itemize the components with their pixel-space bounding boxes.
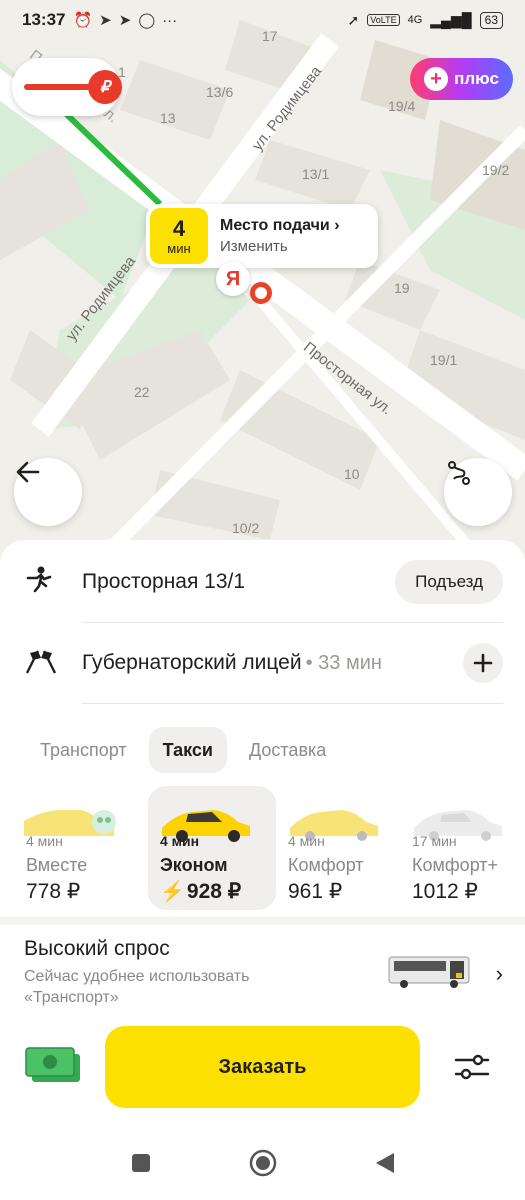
- chevron-right-icon: ›: [495, 961, 503, 986]
- tariff-name: Комфорт+: [412, 855, 499, 875]
- mode-tabs: Транспорт Такси Доставка: [26, 727, 340, 773]
- tariff-name: Вместе: [26, 855, 88, 875]
- back-nav-button[interactable]: [374, 1151, 396, 1180]
- divider: [82, 703, 503, 704]
- triangle-back-icon: [375, 1152, 394, 1173]
- house-number: 13: [160, 110, 176, 126]
- person-waving-icon: [24, 564, 64, 601]
- route-line: [24, 84, 90, 90]
- tariff-card-comfort[interactable]: 4 мин Комфорт 961 ₽: [276, 786, 404, 910]
- battery-icon: 63: [479, 11, 503, 29]
- map-view[interactable]: ул. Родимцева ул. Родимцева Просторная у…: [0, 0, 525, 560]
- telegram-icon: ➤: [99, 12, 112, 29]
- pickup-eta-unit: мин: [167, 240, 191, 256]
- tariff-card-economy[interactable]: 4 мин Эконом ⚡928 ₽: [148, 786, 276, 910]
- yandex-pin-icon: Я: [216, 262, 250, 296]
- volte-icon: VoLTE: [367, 14, 400, 26]
- divider: [82, 622, 503, 623]
- destination-address: Губернаторский лицей: [82, 651, 302, 674]
- house-number: 13/1: [302, 166, 330, 182]
- network-label: 4G: [407, 14, 423, 26]
- surge-price-icon: ₽: [88, 70, 122, 104]
- surge-lightning-icon: ⚡: [160, 881, 185, 903]
- tariff-time: 17 мин: [412, 833, 457, 849]
- pickup-marker-icon[interactable]: [250, 282, 272, 304]
- tariff-time: 4 мин: [26, 833, 63, 849]
- tab-transport[interactable]: Транспорт: [26, 727, 141, 773]
- pickup-address: Просторная 13/1: [82, 570, 246, 593]
- tariff-card-comfort-plus[interactable]: 17 мин Комфорт+ 1012 ₽: [400, 786, 525, 910]
- high-demand-banner[interactable]: Высокий спрос Сейчас удобнее использоват…: [0, 917, 525, 1015]
- tariff-list: 4 мин Вместе 778 ₽ 4 мин Эконом ⚡928 ₽ 4…: [0, 786, 525, 910]
- tariff-time: 4 мин: [160, 833, 200, 849]
- house-number: 13/6: [206, 84, 234, 100]
- house-number: 22: [134, 384, 150, 400]
- pickup-address-row[interactable]: Просторная 13/1 Подъезд: [0, 547, 525, 617]
- finish-flags-icon: [24, 645, 64, 682]
- route-icon: [448, 461, 470, 485]
- destination-row[interactable]: Губернаторский лицей • 33 мин: [0, 628, 525, 698]
- pickup-change-link[interactable]: Изменить: [220, 238, 340, 255]
- add-stop-button[interactable]: [463, 643, 503, 683]
- pickup-eta-value: 4: [172, 215, 186, 241]
- more-icon: ···: [162, 11, 178, 29]
- house-number: 10/2: [232, 520, 260, 536]
- order-button[interactable]: Заказать: [105, 1026, 420, 1108]
- house-number: 19/4: [388, 98, 416, 114]
- house-number: 19/2: [482, 162, 510, 178]
- tab-taxi[interactable]: Такси: [148, 727, 227, 773]
- alarm-icon: ⏰: [73, 12, 93, 29]
- sliders-icon[interactable]: [452, 1050, 492, 1084]
- tab-delivery[interactable]: Доставка: [235, 727, 340, 773]
- high-demand-description: Сейчас удобнее использовать «Транспорт»: [24, 968, 250, 1006]
- pickup-title: Место подачи: [220, 217, 330, 234]
- entrance-button[interactable]: Подъезд: [395, 560, 503, 604]
- telegram-icon: ➤: [118, 12, 132, 29]
- tariff-price: 1012 ₽: [412, 880, 478, 903]
- home-button[interactable]: [248, 1148, 278, 1183]
- system-nav-bar: [0, 1130, 525, 1200]
- destination-time: • 33 мин: [305, 651, 382, 674]
- route-price-pill[interactable]: ₽: [12, 58, 122, 116]
- whatsapp-icon: ◯: [138, 12, 156, 29]
- plus-icon: [473, 653, 493, 673]
- location-icon: ➚: [347, 11, 360, 28]
- house-number: 19: [394, 280, 410, 296]
- tariff-price: 928 ₽: [186, 880, 242, 903]
- order-bar: Заказать: [0, 1026, 525, 1110]
- tariff-price: 778 ₽: [26, 880, 81, 903]
- house-number: 19/1: [430, 352, 458, 368]
- plus-label: плюс: [454, 69, 499, 88]
- square-icon: [131, 1153, 150, 1172]
- yandex-plus-button[interactable]: + плюс: [410, 58, 513, 100]
- back-button[interactable]: [14, 458, 82, 526]
- route-view-button[interactable]: [444, 458, 512, 526]
- tariff-time: 4 мин: [288, 833, 325, 849]
- recents-button[interactable]: [130, 1152, 152, 1179]
- plus-icon: +: [424, 67, 449, 91]
- cash-icon[interactable]: [24, 1046, 82, 1086]
- signal-icon: ▂▄▆█: [430, 11, 472, 28]
- pickup-point-bubble[interactable]: 4 мин Место подачи › Изменить: [146, 204, 378, 268]
- status-time: 13:37: [22, 10, 66, 29]
- arrow-left-icon: [16, 461, 40, 483]
- bus-icon: [388, 956, 470, 988]
- tariff-name: Комфорт: [288, 855, 364, 875]
- home-circle-icon: [249, 1149, 276, 1176]
- tariff-name: Эконом: [160, 855, 228, 875]
- tariff-price: 961 ₽: [288, 880, 343, 903]
- tariff-card-together[interactable]: 4 мин Вместе 778 ₽: [14, 786, 142, 910]
- house-number: 10: [344, 466, 360, 482]
- pickup-eta: 4 мин: [150, 208, 208, 264]
- chevron-right-icon: ›: [334, 217, 340, 234]
- status-bar: 13:37 ⏰ ➤ ➤ ◯ ··· ➚ VoLTE 4G ▂▄▆█ 63: [0, 0, 525, 40]
